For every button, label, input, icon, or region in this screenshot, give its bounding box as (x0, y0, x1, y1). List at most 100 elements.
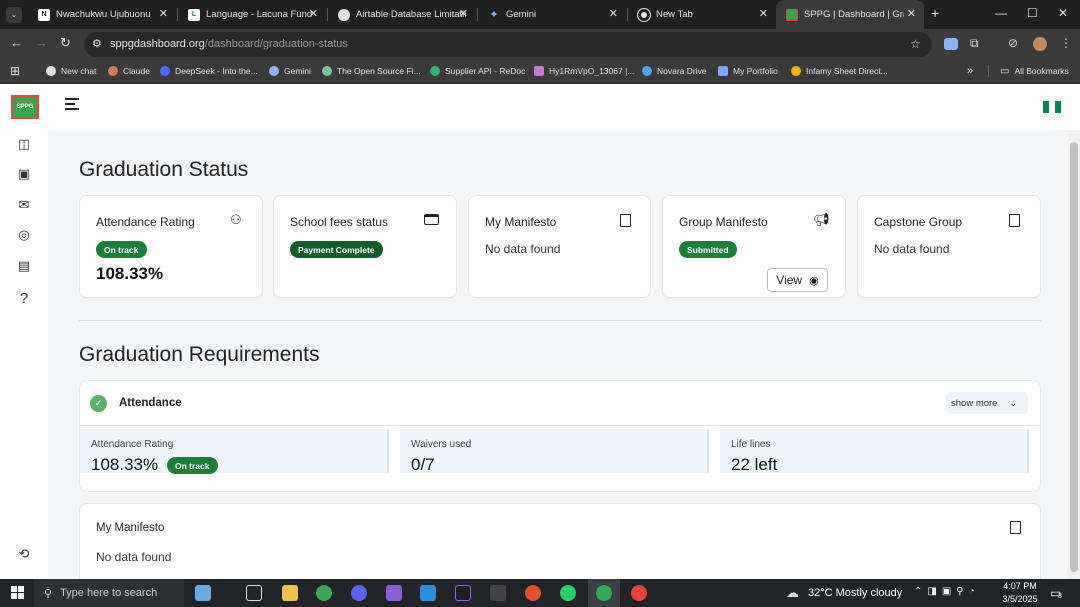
new-tab-icon[interactable]: + (931, 5, 939, 21)
minimize-icon[interactable]: — (995, 6, 1007, 20)
whatsapp-icon[interactable] (560, 585, 576, 601)
close-icon[interactable]: ✕ (907, 7, 916, 20)
megaphone-icon: 📢︎ (813, 212, 830, 227)
apps-grid-icon[interactable]: ⊞ (10, 60, 20, 82)
close-icon[interactable]: ✕ (459, 7, 468, 20)
stat-value: 22 left (731, 455, 778, 474)
system-tray-icons[interactable]: ⌃◨▣⚲◔ (914, 586, 980, 597)
scrollbar-thumb[interactable] (1070, 142, 1078, 572)
contacts-icon[interactable]: ▣ (16, 166, 32, 182)
bookmark-infamy-sheet[interactable]: Infamy Sheet Direct... (791, 60, 888, 82)
bookmark-star-icon[interactable]: ☆ (910, 37, 921, 51)
more-bookmarks-icon[interactable]: » (967, 60, 973, 82)
windows-start-icon[interactable] (11, 586, 24, 599)
bookmark-new-chat[interactable]: New chat (46, 60, 96, 82)
all-bookmarks[interactable]: ▭ All Bookmarks (1000, 60, 1069, 82)
clipboard-icon[interactable]: ▤ (16, 258, 32, 274)
weather-text[interactable]: 32°C Mostly cloudy (808, 587, 902, 599)
browser-toolbar: ← → ↻ ⚙ sppgdashboard.org/dashboard/grad… (0, 29, 1080, 60)
mail-icon[interactable]: ✉ (16, 197, 32, 213)
file-explorer-icon[interactable] (282, 585, 298, 601)
sppg-logo[interactable]: SPPG (11, 95, 39, 119)
close-icon[interactable]: ✕ (309, 7, 318, 20)
user-check-icon: ⚇ (230, 212, 242, 227)
close-icon[interactable]: ✕ (759, 7, 768, 20)
discord-icon[interactable] (351, 585, 367, 601)
puzzle-icon[interactable]: ⧉ (970, 36, 979, 51)
folder-icon: ▭ (1000, 65, 1010, 77)
app-icon[interactable] (386, 585, 402, 601)
dashboard-icon[interactable]: ◫ (16, 136, 32, 152)
task-view-icon[interactable] (246, 585, 262, 601)
support-icon[interactable]: ◎ (16, 227, 32, 243)
window-close-icon[interactable]: ✕ (1058, 6, 1068, 20)
bookmark-open-source[interactable]: The Open Source Fi... (322, 60, 421, 82)
stat-label: Waivers used (411, 439, 472, 450)
chrome-icon[interactable] (596, 585, 612, 601)
bookmark-claude[interactable]: Claude (108, 60, 150, 82)
app-icon[interactable] (490, 585, 506, 601)
tab-notion[interactable]: N Nwachukwu Ujubuonu ✕ (28, 0, 176, 29)
tab-lacuna[interactable]: L Language - Lacuna Fund ✕ (178, 0, 326, 29)
chrome-icon (637, 7, 651, 22)
tab-sppg-dashboard[interactable]: SPPG | Dashboard | Gradu ✕ (776, 0, 924, 29)
globe-icon (338, 8, 350, 21)
vscode-icon[interactable] (420, 585, 436, 601)
bookmark-hy1rm[interactable]: Hy1RmVpO_13067 |... (534, 60, 634, 82)
requirement-title: Attendance (119, 397, 182, 409)
figma-icon[interactable] (455, 585, 471, 601)
logout-icon[interactable]: ⟲ (16, 546, 32, 562)
section-divider (79, 320, 1041, 321)
clock-date: 3/5/2025 (1002, 594, 1038, 604)
web-page: SPPG ◫ ▣ ✉ ◎ ▤ ? ⟲ Graduation Status Att… (0, 84, 1080, 579)
bookmark-deepseek[interactable]: DeepSeek - Into the... (160, 60, 258, 82)
tab-airtable[interactable]: Airtable Database Limitatio ✕ (328, 0, 476, 29)
all-bookmarks-label: All Bookmarks (1014, 66, 1069, 76)
bookmark-favicon-icon (534, 66, 544, 76)
drive-icon (791, 66, 801, 76)
chrome-icon[interactable] (316, 585, 332, 601)
help-icon[interactable]: ? (16, 290, 32, 307)
view-button[interactable]: View ◉ (767, 268, 828, 292)
site-settings-icon[interactable]: ⚙ (92, 37, 102, 50)
main-content: Graduation Status Attendance Rating ⚇ On… (48, 130, 1068, 579)
maximize-icon[interactable]: ☐ (1027, 6, 1038, 20)
bookmark-supplier-api[interactable]: Supplier API - ReDoc (430, 60, 525, 82)
document-icon (1009, 214, 1020, 227)
clock-time: 4:07 PM (1003, 581, 1037, 591)
bookmark-label: My Portfolio (733, 66, 778, 76)
tab-new-tab[interactable]: New Tab ✕ (628, 0, 776, 29)
taskbar-app-icon[interactable] (195, 585, 211, 601)
page-scrollbar[interactable] (1068, 130, 1080, 579)
openai-icon (46, 66, 56, 76)
tab-gemini[interactable]: ✦ Gemini ✕ (478, 0, 626, 29)
reload-icon[interactable]: ↻ (60, 35, 71, 51)
close-icon[interactable]: ✕ (609, 7, 618, 20)
show-more-button[interactable]: show more ⌄ (946, 392, 1028, 414)
close-icon[interactable]: ✕ (159, 7, 168, 20)
card-title: Attendance Rating (96, 215, 195, 229)
bookmark-label: Claude (123, 66, 150, 76)
forward-arrow-icon[interactable]: → (35, 35, 48, 50)
windows-taskbar: ⚲ Type here to search ☁ 32°C Mostly clou… (0, 579, 1080, 607)
chrome-icon[interactable] (631, 585, 647, 601)
status-badge: On track (167, 457, 218, 474)
extension-icon[interactable] (944, 38, 958, 50)
taskbar-search[interactable]: ⚲ Type here to search (34, 579, 184, 607)
bookmark-novara-drive[interactable]: Novara Drive (642, 60, 707, 82)
bookmark-gemini[interactable]: Gemini (269, 60, 311, 82)
bookmark-my-portfolio[interactable]: My Portfolio (718, 60, 778, 82)
tab-search-icon[interactable]: ⌄ (6, 7, 22, 23)
hamburger-menu-icon[interactable] (65, 98, 81, 110)
deepseek-icon (160, 66, 170, 76)
address-bar[interactable]: ⚙ sppgdashboard.org/dashboard/graduation… (84, 32, 932, 57)
download-icon[interactable]: ⊘ (1008, 36, 1018, 50)
back-arrow-icon[interactable]: ← (10, 35, 23, 50)
weather-icon[interactable]: ☁ (786, 585, 799, 601)
app-icon[interactable] (525, 585, 541, 601)
search-placeholder: Type here to search (60, 587, 158, 599)
clock[interactable]: 4:07 PM 3/5/2025 (1000, 581, 1040, 604)
gemini-icon: ✦ (489, 9, 499, 21)
profile-avatar[interactable] (1033, 37, 1047, 51)
menu-kebab-icon[interactable]: ⋮ (1060, 36, 1072, 50)
